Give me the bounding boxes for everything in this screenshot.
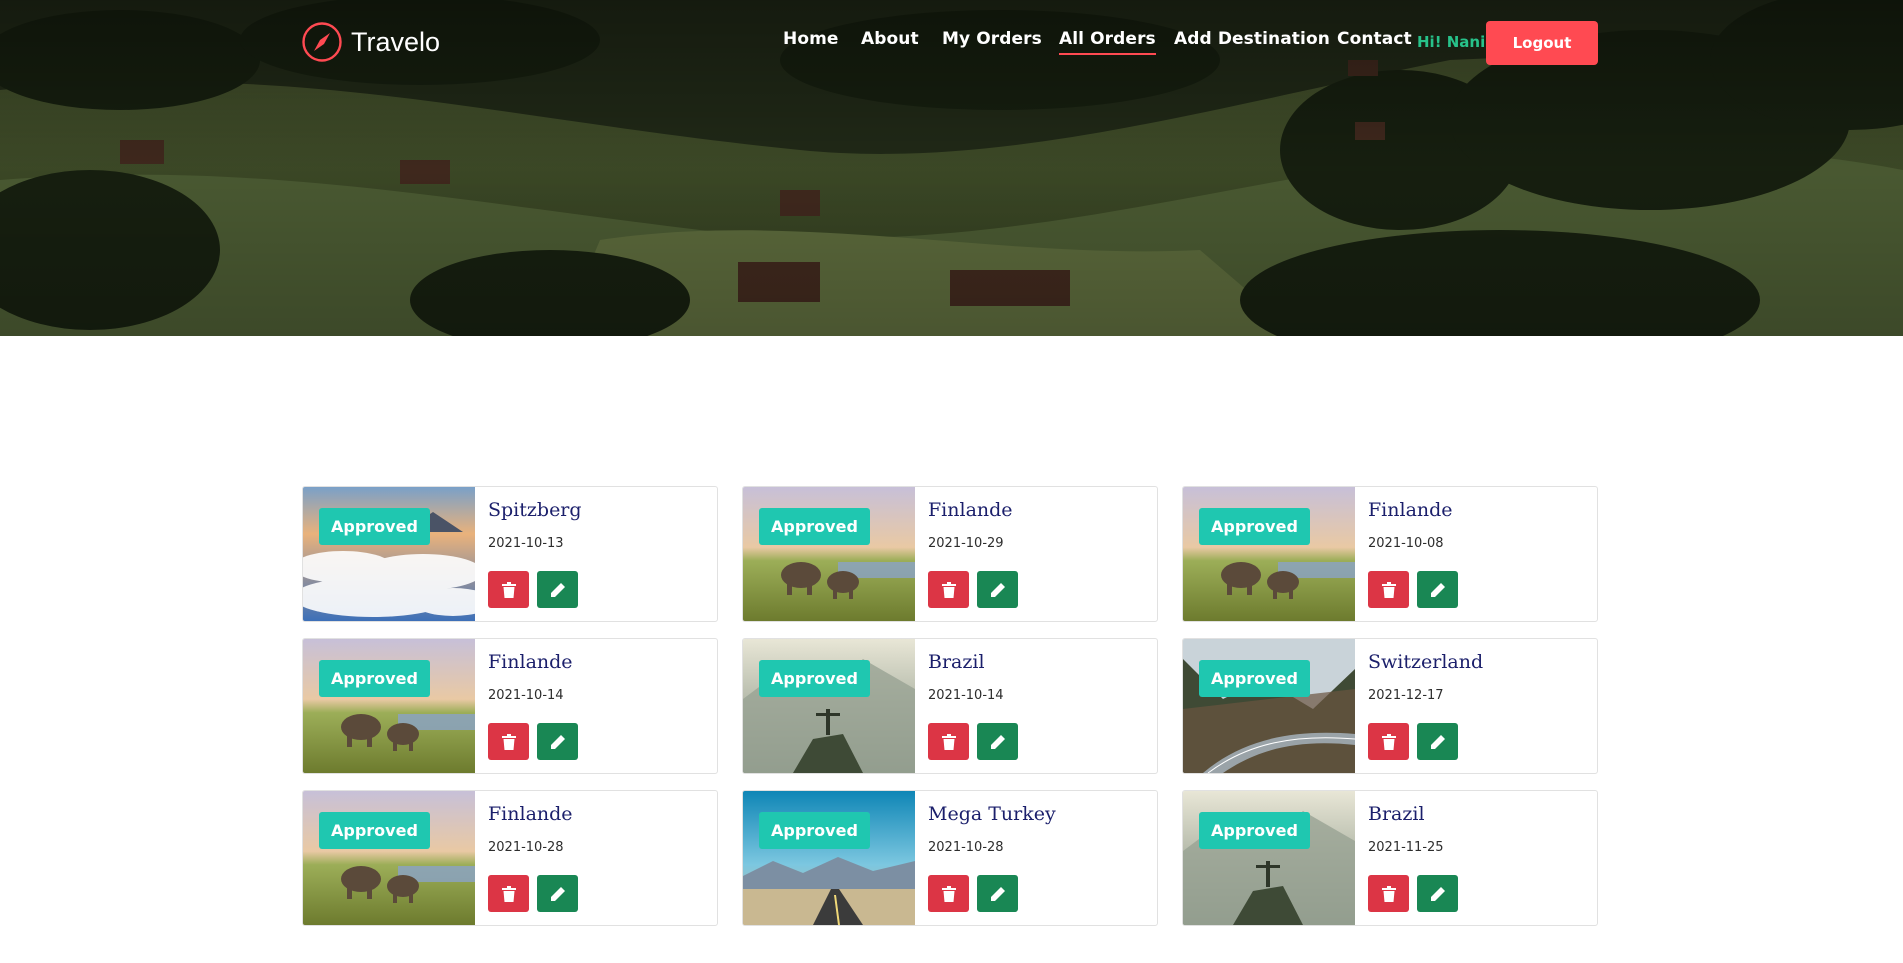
status-badge: Approved xyxy=(1199,812,1310,849)
status-badge: Approved xyxy=(759,508,870,545)
status-badge: Approved xyxy=(319,812,430,849)
destination-image: Approved xyxy=(303,639,475,773)
delete-button[interactable] xyxy=(1368,875,1409,912)
destination-image: Approved xyxy=(303,487,475,621)
order-card: Approved Brazil 2021-10-14 xyxy=(742,638,1158,774)
delete-button[interactable] xyxy=(488,875,529,912)
status-badge: Approved xyxy=(1199,660,1310,697)
pencil-icon xyxy=(1430,734,1445,749)
trash-icon xyxy=(501,885,516,902)
order-card: Approved Finlande 2021-10-08 xyxy=(1182,486,1598,622)
trash-icon xyxy=(1381,581,1396,598)
trash-icon xyxy=(1381,885,1396,902)
pencil-icon xyxy=(990,734,1005,749)
delete-button[interactable] xyxy=(488,571,529,608)
edit-button[interactable] xyxy=(977,723,1018,760)
trash-icon xyxy=(501,581,516,598)
edit-button[interactable] xyxy=(977,875,1018,912)
edit-button[interactable] xyxy=(1417,571,1458,608)
status-badge: Approved xyxy=(759,812,870,849)
order-card: Approved Mega Turkey 2021-10-28 xyxy=(742,790,1158,926)
nav-add-destination[interactable]: Add Destination xyxy=(1174,29,1330,49)
order-date: 2021-10-08 xyxy=(1368,536,1444,551)
trash-icon xyxy=(941,581,956,598)
order-date: 2021-12-17 xyxy=(1368,688,1444,703)
status-badge: Approved xyxy=(1199,508,1310,545)
brand-logo[interactable]: Travelo xyxy=(301,21,440,63)
destination-image: Approved xyxy=(303,791,475,925)
order-date: 2021-10-14 xyxy=(928,688,1004,703)
destination-image: Approved xyxy=(743,791,915,925)
nav-about[interactable]: About xyxy=(861,29,919,49)
trash-icon xyxy=(941,733,956,750)
destination-name: Finlande xyxy=(1368,499,1453,521)
nav-contact[interactable]: Contact xyxy=(1337,29,1412,49)
order-date: 2021-10-28 xyxy=(488,840,564,855)
order-date: 2021-10-28 xyxy=(928,840,1004,855)
edit-button[interactable] xyxy=(537,571,578,608)
destination-image: Approved xyxy=(743,487,915,621)
edit-button[interactable] xyxy=(537,723,578,760)
order-date: 2021-10-14 xyxy=(488,688,564,703)
order-date: 2021-10-13 xyxy=(488,536,564,551)
pencil-icon xyxy=(1430,582,1445,597)
nav-home[interactable]: Home xyxy=(783,29,839,49)
order-card: Approved Finlande 2021-10-28 xyxy=(302,790,718,926)
destination-name: Brazil xyxy=(1368,803,1425,825)
order-card: Approved Finlande 2021-10-14 xyxy=(302,638,718,774)
status-badge: Approved xyxy=(319,508,430,545)
pencil-icon xyxy=(550,582,565,597)
order-card: Approved Spitzberg 2021-10-13 xyxy=(302,486,718,622)
delete-button[interactable] xyxy=(1368,571,1409,608)
trash-icon xyxy=(941,885,956,902)
nav-all-orders[interactable]: All Orders xyxy=(1059,29,1156,55)
pencil-icon xyxy=(550,734,565,749)
destination-name: Spitzberg xyxy=(488,499,582,521)
destination-name: Finlande xyxy=(488,803,573,825)
destination-name: Finlande xyxy=(488,651,573,673)
hero-banner: Travelo Home About My Orders All Orders … xyxy=(0,0,1903,336)
pencil-icon xyxy=(1430,886,1445,901)
edit-button[interactable] xyxy=(537,875,578,912)
order-card: Approved Switzerland 2021-12-17 xyxy=(1182,638,1598,774)
delete-button[interactable] xyxy=(1368,723,1409,760)
edit-button[interactable] xyxy=(1417,875,1458,912)
destination-image: Approved xyxy=(1183,639,1355,773)
nav-my-orders[interactable]: My Orders xyxy=(942,29,1042,49)
delete-button[interactable] xyxy=(928,875,969,912)
pencil-icon xyxy=(990,886,1005,901)
status-badge: Approved xyxy=(759,660,870,697)
delete-button[interactable] xyxy=(488,723,529,760)
compass-icon xyxy=(302,22,342,62)
trash-icon xyxy=(501,733,516,750)
destination-image: Approved xyxy=(1183,791,1355,925)
edit-button[interactable] xyxy=(977,571,1018,608)
navbar: Travelo Home About My Orders All Orders … xyxy=(0,0,1903,84)
user-greeting: Hi! Nani xyxy=(1417,33,1486,51)
edit-button[interactable] xyxy=(1417,723,1458,760)
pencil-icon xyxy=(990,582,1005,597)
destination-image: Approved xyxy=(1183,487,1355,621)
destination-name: Brazil xyxy=(928,651,985,673)
destination-image: Approved xyxy=(743,639,915,773)
destination-name: Switzerland xyxy=(1368,651,1484,673)
pencil-icon xyxy=(550,886,565,901)
destination-name: Mega Turkey xyxy=(928,803,1056,825)
delete-button[interactable] xyxy=(928,723,969,760)
order-card: Approved Finlande 2021-10-29 xyxy=(742,486,1158,622)
order-card: Approved Brazil 2021-11-25 xyxy=(1182,790,1598,926)
order-date: 2021-10-29 xyxy=(928,536,1004,551)
brand-name: Travelo xyxy=(351,26,441,57)
trash-icon xyxy=(1381,733,1396,750)
logout-button[interactable]: Logout xyxy=(1486,21,1598,65)
order-date: 2021-11-25 xyxy=(1368,840,1444,855)
destination-name: Finlande xyxy=(928,499,1013,521)
delete-button[interactable] xyxy=(928,571,969,608)
status-badge: Approved xyxy=(319,660,430,697)
